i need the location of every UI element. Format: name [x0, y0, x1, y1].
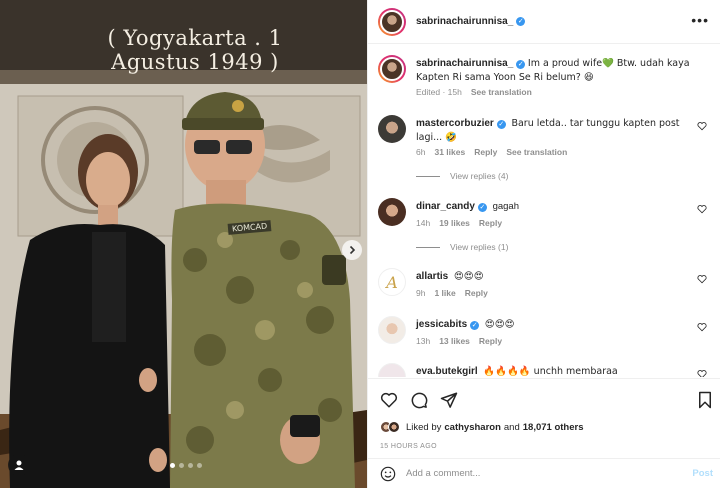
comment-reply-button[interactable]: Reply [474, 147, 497, 157]
verified-badge-icon: ✓ [516, 17, 526, 26]
comment-body: eva.butekgirl 🔥🔥🔥🔥 unchh membaraa [416, 365, 701, 377]
verified-badge-icon: ✓ [470, 321, 480, 330]
view-replies-label: View replies (1) [450, 242, 509, 252]
comment-time: 14h [416, 218, 431, 228]
post-header: sabrinachairunnisa_ ✓ ••• [368, 0, 720, 44]
comment-avatar[interactable] [378, 363, 406, 377]
comment-reply-button[interactable]: Reply [479, 218, 502, 228]
carousel-dot [197, 463, 202, 468]
caption-username[interactable]: sabrinachairunnisa_ [416, 58, 513, 69]
chevron-right-icon [349, 245, 356, 255]
comment-likes[interactable]: 31 likes [434, 147, 465, 157]
more-options-icon[interactable]: ••• [691, 12, 709, 28]
liked-by-and: and [503, 421, 520, 433]
liked-by-summary: Liked by cathysharon and 18,071 others [380, 421, 583, 433]
comment-item: jessicabits ✓ 😍😍😍 13h 13 likes Reply [378, 316, 711, 356]
comment-username[interactable]: eva.butekgirl [416, 366, 478, 377]
like-comment-heart-icon[interactable] [697, 369, 707, 377]
comment-likes[interactable]: 1 like [434, 288, 455, 298]
comment-time: 6h [416, 147, 426, 157]
carousel-dots [170, 463, 202, 468]
photo-banner-text: ( Yogyakarta . 1 Agustus 1949 ) [107, 26, 283, 74]
caption-meta: Edited · 15h See translation [416, 87, 532, 97]
comment-likes[interactable]: 19 likes [439, 218, 470, 228]
like-comment-heart-icon[interactable] [697, 121, 707, 131]
comment-item: A allartis 😍😍😍 9h 1 like Reply [378, 268, 711, 308]
comment-time: 9h [416, 288, 426, 298]
comment-body: allartis 😍😍😍 [416, 270, 701, 284]
comment-avatar[interactable] [378, 115, 406, 143]
comment-reply-button[interactable]: Reply [479, 336, 502, 346]
comment-see-translation[interactable]: See translation [506, 147, 567, 157]
like-heart-icon[interactable] [380, 391, 398, 409]
caption-avatar[interactable] [378, 55, 406, 83]
comment-avatar[interactable] [378, 198, 406, 226]
comments-list[interactable]: sabrinachairunnisa_ ✓ Im a proud wife💚 Bt… [368, 45, 720, 377]
comment-item: eva.butekgirl 🔥🔥🔥🔥 unchh membaraa [378, 363, 711, 377]
view-replies-button[interactable]: View replies (1) [416, 242, 508, 252]
user-icon [14, 460, 24, 470]
share-send-icon[interactable] [440, 391, 458, 409]
verified-badge-icon: ✓ [516, 60, 526, 69]
post-photo[interactable]: ( Yogyakarta . 1 Agustus 1949 ) KOMCAD [0, 0, 367, 488]
liked-by-others[interactable]: 18,071 others [523, 422, 584, 433]
post-details-panel: sabrinachairunnisa_ ✓ ••• sabrinachairun… [367, 0, 720, 488]
comment-time: 13h [416, 336, 431, 346]
comment-item: mastercorbuzier ✓ Baru letda.. tar tunggu… [378, 115, 711, 195]
verified-badge-icon: ✓ [477, 203, 487, 212]
liked-by-prefix: Liked by [406, 421, 442, 433]
caption: sabrinachairunnisa_ ✓ Im a proud wife💚 Bt… [378, 55, 711, 105]
comment-meta: 6h 31 likes Reply See translation [416, 147, 567, 157]
comment-reply-button[interactable]: Reply [465, 288, 488, 298]
comment-avatar[interactable] [378, 316, 406, 344]
like-comment-heart-icon[interactable] [697, 322, 707, 332]
post-actions: Liked by cathysharon and 18,071 others 1… [368, 378, 720, 456]
add-comment-input[interactable]: Add a comment... [406, 468, 692, 479]
author-avatar[interactable] [378, 7, 406, 36]
caption-body: sabrinachairunnisa_ ✓ Im a proud wife💚 Bt… [416, 57, 701, 85]
comment-avatar[interactable]: A [378, 268, 406, 296]
view-replies-button[interactable]: View replies (4) [416, 171, 508, 181]
add-comment-bar: Add a comment... Post [368, 458, 720, 488]
comment-text: gagah [492, 201, 519, 212]
caption-edited: Edited · 15h [416, 87, 462, 97]
comment-meta: 9h 1 like Reply [416, 288, 488, 298]
verified-badge-icon: ✓ [496, 120, 506, 129]
comment-username[interactable]: mastercorbuzier [416, 118, 494, 129]
tagged-users-button[interactable] [8, 454, 30, 476]
comment-likes[interactable]: 13 likes [439, 336, 470, 346]
comment-meta: 13h 13 likes Reply [416, 336, 502, 346]
like-comment-heart-icon[interactable] [697, 204, 707, 214]
author-username[interactable]: sabrinachairunnisa_ [416, 16, 513, 27]
liked-by-user[interactable]: cathysharon [444, 422, 501, 433]
comment-meta: 14h 19 likes Reply [416, 218, 502, 228]
comment-username[interactable]: allartis [416, 271, 448, 282]
comment-item: dinar_candy ✓ gagah 14h 19 likes Reply Vi… [378, 198, 711, 258]
post-comment-button[interactable]: Post [692, 468, 713, 479]
like-comment-heart-icon[interactable] [697, 274, 707, 284]
carousel-dot [179, 463, 184, 468]
carousel-dot [188, 463, 193, 468]
comment-body: mastercorbuzier ✓ Baru letda.. tar tunggu… [416, 117, 701, 145]
bookmark-icon[interactable] [697, 391, 713, 409]
liker-avatar [388, 421, 400, 433]
comment-username[interactable]: dinar_candy [416, 201, 475, 212]
comment-text: 😍😍😍 [453, 271, 484, 282]
comment-text: 🔥🔥🔥🔥 unchh membaraa [483, 366, 618, 377]
post-timestamp[interactable]: 15 HOURS AGO [380, 443, 437, 450]
carousel-next-button[interactable] [342, 240, 362, 260]
emoji-smiley-icon[interactable] [380, 466, 396, 482]
comment-body: jessicabits ✓ 😍😍😍 [416, 318, 701, 332]
view-replies-label: View replies (4) [450, 171, 509, 181]
comment-username[interactable]: jessicabits [416, 319, 467, 330]
comment-body: dinar_candy ✓ gagah [416, 200, 701, 214]
comment-bubble-icon[interactable] [410, 391, 428, 409]
carousel-dot [170, 463, 175, 468]
caption-see-translation[interactable]: See translation [471, 87, 532, 97]
comment-text: 😍😍😍 [484, 319, 515, 330]
